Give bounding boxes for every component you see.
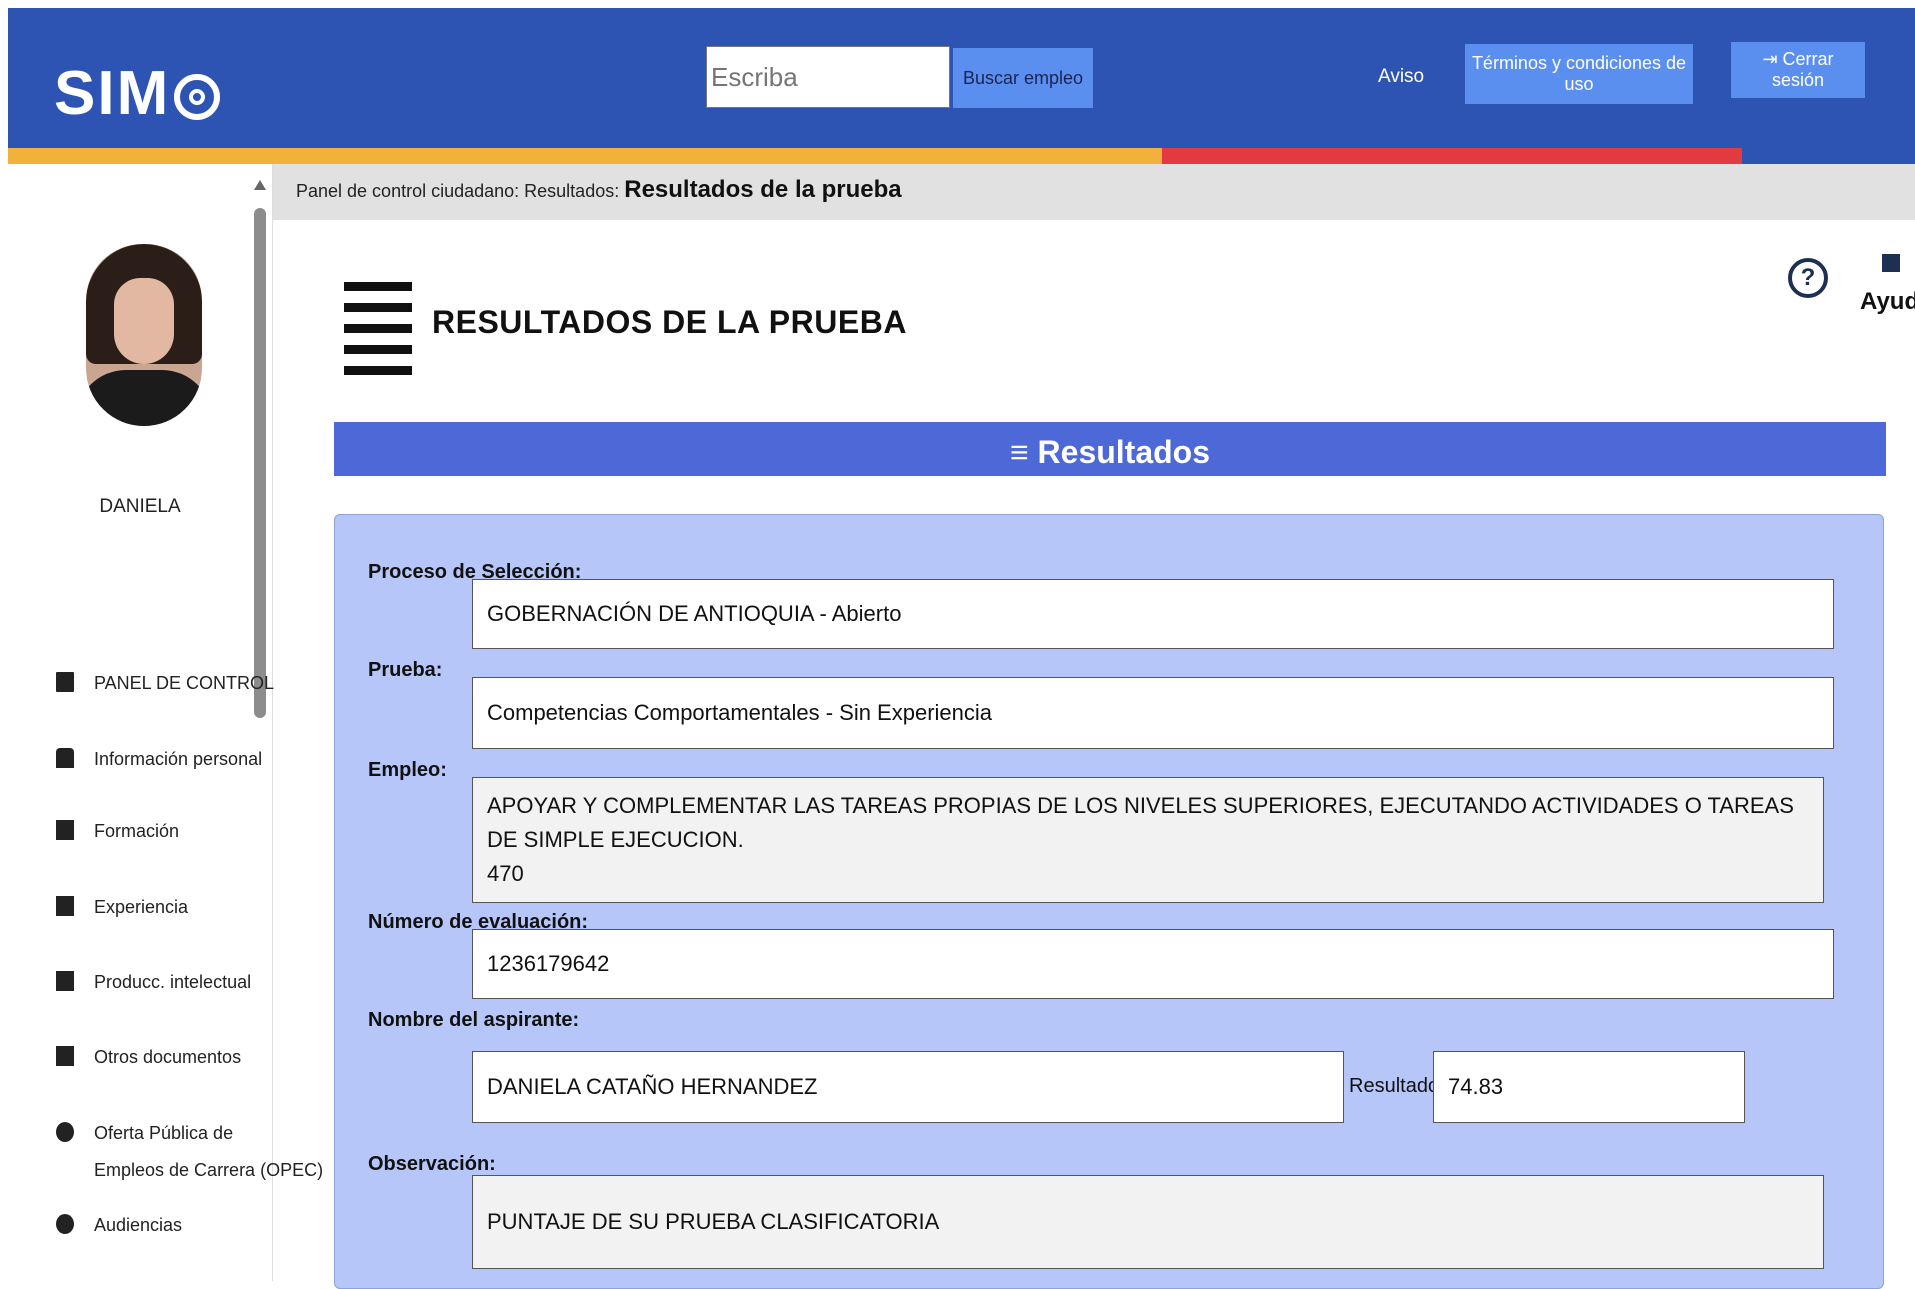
briefcase-icon	[56, 896, 74, 916]
logout-button[interactable]: ⇥ Cerrar sesión	[1731, 42, 1865, 98]
sidebar-item-label: Experiencia	[94, 897, 189, 917]
breadcrumb-prefix[interactable]: Panel de control ciudadano: Resultados:	[296, 181, 619, 201]
dashboard-icon	[56, 672, 74, 692]
audience-icon	[56, 1214, 74, 1234]
simo-logo[interactable]: SIM	[54, 58, 221, 129]
stripe-yellow	[8, 148, 1162, 164]
sidebar-item-label: Oferta Pública de	[94, 1123, 234, 1143]
scroll-up-arrow[interactable]	[254, 180, 266, 190]
top-bar: SIM Buscar empleo Aviso Términos y condi…	[8, 8, 1915, 148]
breadcrumb-current: Resultados de la prueba	[624, 176, 902, 203]
education-icon	[56, 820, 74, 840]
sidebar-item-formacion[interactable]: Formación	[56, 820, 179, 842]
user-name: DANIELA	[99, 496, 181, 517]
nombre-field[interactable]: DANIELA CATAÑO HERNANDEZ	[472, 1051, 1344, 1123]
sidebar-item-audiencias[interactable]: Audiencias	[56, 1214, 182, 1236]
sidebar-item-label: Formación	[94, 821, 180, 841]
resultado-field[interactable]: 74.83	[1433, 1051, 1745, 1123]
results-panel: ≡ Resultados Proceso de Selección: GOBER…	[334, 422, 1886, 1289]
search-button[interactable]: Buscar empleo	[953, 48, 1093, 108]
sidebar-item-experiencia[interactable]: Experiencia	[56, 896, 188, 918]
empleo-field[interactable]: APOYAR Y COMPLEMENTAR LAS TAREAS PROPIAS…	[472, 777, 1824, 903]
sidebar-item-opec-line2[interactable]: Empleos de Carrera (OPEC)	[94, 1160, 323, 1181]
results-panel-title: ≡ Resultados	[334, 422, 1886, 476]
observacion-field[interactable]: PUNTAJE DE SU PRUEBA CLASIFICATORIA	[472, 1175, 1824, 1269]
stripe-red	[1162, 148, 1742, 164]
avatar	[86, 244, 202, 426]
empleo-label: Empleo:	[368, 759, 447, 781]
sidebar-item-opec[interactable]: Oferta Pública de	[56, 1122, 233, 1144]
sidebar-item-otros-documentos[interactable]: Otros documentos	[56, 1046, 241, 1068]
terms-button[interactable]: Términos y condiciones de uso	[1465, 44, 1693, 104]
proceso-field[interactable]: GOBERNACIÓN DE ANTIOQUIA - Abierto	[472, 579, 1834, 649]
sidebar-item-label: Otros documentos	[94, 1047, 242, 1067]
sidebar-item-label: Información personal	[94, 749, 263, 769]
empleo-line-2: 470	[487, 861, 524, 886]
sidebar-item-panel-de-control[interactable]: PANEL DE CONTROL	[56, 672, 274, 694]
stripe-blue	[1742, 148, 1915, 164]
breadcrumb: Panel de control ciudadano: Resultados: …	[296, 176, 902, 204]
sidebar-item-label: Producc. intelectual	[94, 972, 252, 992]
document-icon	[56, 1046, 74, 1066]
search-input[interactable]	[706, 46, 950, 108]
sidebar-scrollbar[interactable]	[254, 208, 266, 718]
video-icon[interactable]	[1882, 254, 1900, 272]
observacion-label: Observación:	[368, 1153, 496, 1175]
help-label[interactable]: Ayudas	[1860, 288, 1915, 316]
prueba-label: Prueba:	[368, 659, 443, 681]
sidebar-item-label: Audiencias	[94, 1215, 183, 1235]
nombre-label: Nombre del aspirante:	[368, 1009, 580, 1031]
menu-icon[interactable]	[344, 282, 412, 387]
sidebar-item-label: PANEL DE CONTROL	[94, 673, 275, 693]
help-icon[interactable]: ?	[1788, 258, 1828, 298]
sidebar-item-informacion-personal[interactable]: Información personal	[56, 748, 262, 770]
results-panel-body: Proceso de Selección: GOBERNACIÓN DE ANT…	[334, 514, 1884, 1289]
globe-icon	[56, 1122, 74, 1142]
people-icon	[56, 748, 74, 768]
logout-icon: ⇥	[1762, 49, 1783, 69]
page-title: RESULTADOS DE LA PRUEBA	[432, 304, 907, 340]
book-icon	[56, 971, 74, 991]
aviso-link[interactable]: Aviso	[1378, 66, 1424, 88]
prueba-field[interactable]: Competencias Comportamentales - Sin Expe…	[472, 677, 1834, 749]
app-frame: SIM Buscar empleo Aviso Términos y condi…	[8, 8, 1915, 1289]
resultado-label: Resultado:	[1349, 1075, 1445, 1097]
empleo-line-1: APOYAR Y COMPLEMENTAR LAS TAREAS PROPIAS…	[487, 793, 1794, 852]
numero-field[interactable]: 1236179642	[472, 929, 1834, 999]
sidebar-item-produccion-intelectual[interactable]: Producc. intelectual	[56, 971, 251, 993]
